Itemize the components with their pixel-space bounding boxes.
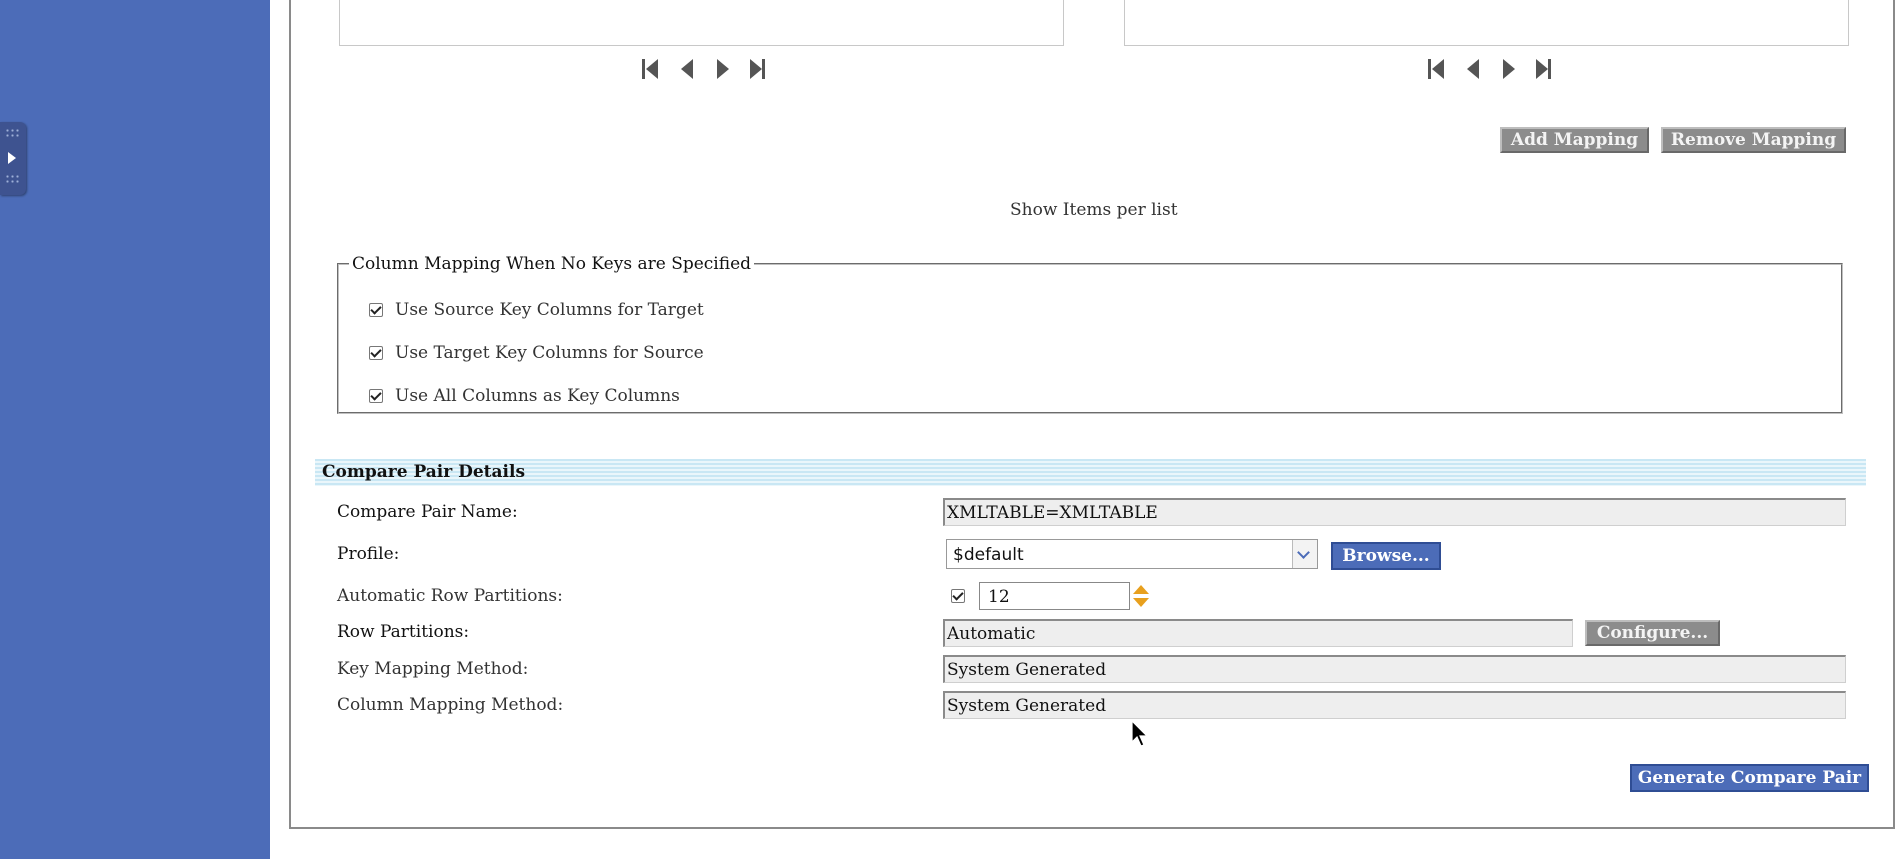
key-mapping-method-value: System Generated — [947, 659, 1107, 680]
target-list-pager — [1428, 57, 1554, 79]
last-page-icon[interactable] — [750, 57, 768, 79]
source-list-pager — [642, 57, 768, 79]
configure-button[interactable]: Configure... — [1585, 620, 1720, 646]
use-source-key-columns-label: Use Source Key Columns for Target — [395, 300, 704, 320]
column-mapping-method-label: Column Mapping Method: — [337, 695, 564, 715]
use-target-key-columns-label: Use Target Key Columns for Source — [395, 343, 704, 363]
compare-pair-details-header: Compare Pair Details — [315, 459, 1866, 486]
profile-select[interactable]: $default — [946, 539, 1318, 569]
row-partitions-field[interactable]: Automatic — [943, 619, 1573, 647]
use-target-key-columns-checkbox[interactable] — [369, 346, 383, 360]
spinner-down-icon[interactable] — [1133, 598, 1149, 607]
target-columns-list[interactable] — [1124, 0, 1849, 46]
chevron-down-icon[interactable] — [1292, 540, 1317, 568]
next-page-icon[interactable] — [1500, 57, 1518, 79]
column-mapping-method-value: System Generated — [947, 695, 1107, 716]
profile-label: Profile: — [337, 544, 400, 564]
use-all-columns-option[interactable]: Use All Columns as Key Columns — [369, 386, 680, 406]
compare-pair-name-field[interactable]: XMLTABLE=XMLTABLE — [943, 498, 1846, 526]
grip-icon — [5, 174, 19, 184]
key-mapping-method-field[interactable]: System Generated — [943, 655, 1846, 683]
generate-compare-pair-button[interactable]: Generate Compare Pair — [1630, 764, 1869, 792]
add-mapping-button[interactable]: Add Mapping — [1500, 127, 1649, 153]
row-partitions-label: Row Partitions: — [337, 622, 470, 642]
first-page-icon[interactable] — [1428, 57, 1446, 79]
use-all-columns-checkbox[interactable] — [369, 389, 383, 403]
last-page-icon[interactable] — [1536, 57, 1554, 79]
automatic-row-partitions-checkbox[interactable] — [951, 589, 965, 603]
compare-pair-name-label: Compare Pair Name: — [337, 502, 518, 522]
remove-mapping-button[interactable]: Remove Mapping — [1661, 127, 1846, 153]
grip-icon — [5, 128, 19, 138]
prev-page-icon[interactable] — [1464, 57, 1482, 79]
prev-page-icon[interactable] — [678, 57, 696, 79]
first-page-icon[interactable] — [642, 57, 660, 79]
next-page-icon[interactable] — [714, 57, 732, 79]
row-partitions-count-input[interactable]: 12 — [979, 582, 1130, 610]
use-source-key-columns-option[interactable]: Use Source Key Columns for Target — [369, 300, 704, 320]
use-source-key-columns-checkbox[interactable] — [369, 303, 383, 317]
row-partitions-value: Automatic — [947, 623, 1036, 644]
use-target-key-columns-option[interactable]: Use Target Key Columns for Source — [369, 343, 704, 363]
key-mapping-method-label: Key Mapping Method: — [337, 659, 529, 679]
automatic-row-partitions-label: Automatic Row Partitions: — [337, 586, 563, 606]
spinner-up-icon[interactable] — [1133, 585, 1149, 594]
compare-pair-name-value: XMLTABLE=XMLTABLE — [947, 502, 1158, 523]
source-columns-list[interactable] — [339, 0, 1064, 46]
row-partitions-count-value: 12 — [988, 587, 1010, 607]
section-title: Compare Pair Details — [322, 462, 526, 482]
spinner-arrows-icon[interactable] — [1133, 583, 1149, 611]
column-mapping-legend: Column Mapping When No Keys are Specifie… — [352, 254, 752, 274]
sidebar-expand-handle[interactable] — [0, 122, 26, 195]
show-items-per-list-label: Show Items per list — [1010, 200, 1178, 220]
expand-arrow-icon — [8, 152, 16, 164]
browse-button[interactable]: Browse... — [1331, 542, 1441, 570]
use-all-columns-label: Use All Columns as Key Columns — [395, 386, 680, 406]
left-sidebar — [0, 0, 270, 859]
column-mapping-fieldset: Column Mapping When No Keys are Specifie… — [337, 254, 1843, 414]
column-mapping-method-field[interactable]: System Generated — [943, 691, 1846, 719]
profile-selected-value: $default — [953, 545, 1024, 565]
